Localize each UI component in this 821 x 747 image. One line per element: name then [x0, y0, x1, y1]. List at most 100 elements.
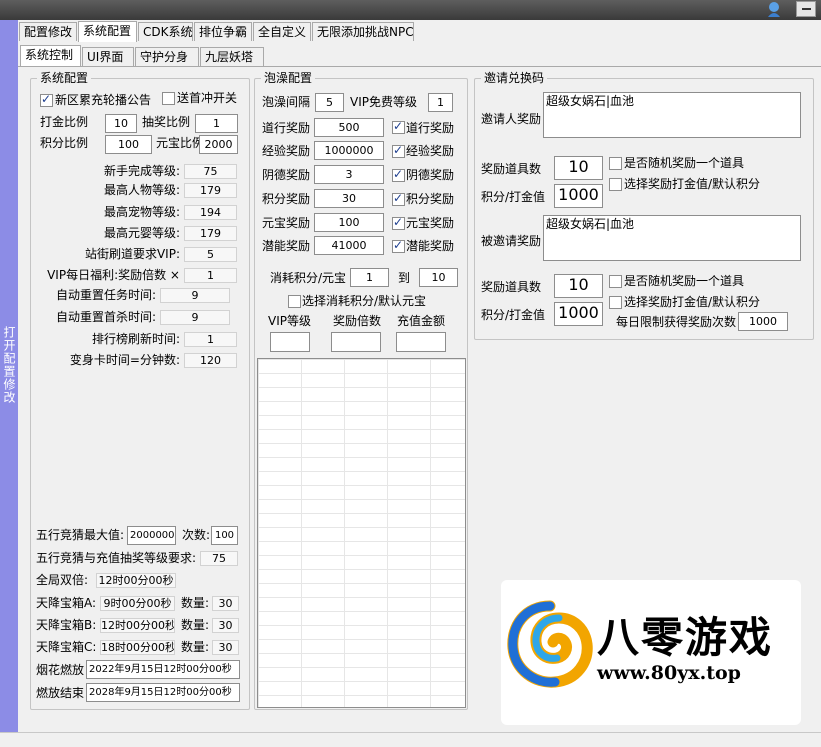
fireworks-label: 烟花燃放	[36, 663, 85, 677]
choose-consume-checkbox[interactable]	[288, 295, 301, 308]
reward-input[interactable]: 1000000	[314, 141, 384, 160]
row-value[interactable]: 5	[184, 247, 237, 262]
points-ratio-input[interactable]: 100	[105, 135, 152, 154]
reward-input[interactable]: 41000	[314, 236, 384, 255]
inviter-points-input[interactable]: 1000	[554, 184, 603, 208]
lottery-ratio-input[interactable]: 1	[195, 114, 238, 133]
col-vip-label: VIP等级	[268, 314, 311, 328]
chest-a-count[interactable]: 30	[212, 596, 239, 611]
chest-a-time[interactable]: 9时00分00秒	[100, 596, 175, 611]
row-label: 站街刷道要求VIP:	[84, 247, 180, 261]
reward-label: 经验奖励	[262, 144, 311, 158]
row-value[interactable]: 194	[184, 205, 237, 220]
broadcast-checkbox[interactable]	[40, 92, 53, 107]
reward-checkbox[interactable]	[392, 238, 405, 253]
chest-c-label: 天降宝箱C:	[36, 640, 97, 654]
times-input[interactable]: 100	[211, 526, 238, 545]
chest-b-time[interactable]: 12时00分00秒	[100, 618, 175, 633]
first-recharge-checkbox[interactable]	[162, 92, 175, 105]
vip-free-input[interactable]: 1	[428, 93, 453, 112]
wuxing-max-label: 五行竞猜最大值:	[36, 528, 125, 542]
times-label: 次数:	[182, 528, 211, 542]
reward-checkbox[interactable]	[392, 191, 405, 206]
consume-to-input[interactable]: 10	[419, 268, 458, 287]
inviter-item-count-input[interactable]: 10	[554, 156, 603, 180]
subtab-guardian[interactable]: 守护分身	[135, 47, 199, 66]
row-value[interactable]: 9	[160, 310, 230, 325]
to-label: 到	[398, 271, 411, 285]
invitee-item-count-input[interactable]: 10	[554, 274, 603, 298]
invitee-item-count-label: 奖励道具数	[481, 280, 542, 294]
row-value[interactable]: 1	[184, 332, 237, 347]
row-value[interactable]: 1	[184, 268, 237, 283]
col-multi-label: 奖励倍数	[333, 314, 382, 328]
reward-checkbox[interactable]	[392, 167, 405, 182]
invitee-points-input[interactable]: 1000	[554, 302, 603, 326]
reward-checkbox[interactable]	[392, 119, 405, 134]
tab-custom[interactable]: 全自定义	[253, 22, 311, 41]
daily-limit-label: 每日限制获得奖励次数	[616, 315, 737, 329]
invitee-choose-checkbox[interactable]	[609, 296, 622, 309]
row-value[interactable]: 75	[184, 164, 237, 179]
vip-table[interactable]	[257, 358, 466, 708]
inviter-random-checkbox[interactable]	[609, 157, 622, 170]
brand-name: 八零游戏	[597, 613, 774, 662]
wuxing-req-value[interactable]: 75	[200, 551, 238, 566]
sidebar-strip[interactable]: 打开配置修改	[0, 20, 18, 746]
brand-logo-icon	[507, 600, 593, 688]
subtab-system-control[interactable]: 系统控制	[20, 45, 81, 66]
lottery-ratio-label: 抽奖比例	[142, 115, 191, 129]
invitee-items-textarea[interactable]: 超级女娲石|血池	[543, 215, 801, 261]
first-recharge-label: 送首冲开关	[177, 91, 238, 105]
gold-ratio-input[interactable]: 10	[105, 114, 137, 133]
row-value[interactable]: 179	[184, 226, 237, 241]
user-avatar-icon[interactable]	[766, 1, 782, 18]
reward-check-label: 阴德奖励	[406, 168, 455, 182]
row-value[interactable]: 9	[160, 288, 230, 303]
reward-input[interactable]: 500	[314, 118, 384, 137]
vip-level-input[interactable]	[270, 332, 310, 352]
tab-ranking[interactable]: 排位争霸	[194, 22, 252, 41]
row-label: 自动重置任务时间:	[55, 288, 156, 302]
reward-check-label: 元宝奖励	[406, 216, 455, 230]
reward-input[interactable]: 30	[314, 189, 384, 208]
minimize-button[interactable]	[796, 1, 816, 17]
chest-c-count[interactable]: 30	[212, 640, 239, 655]
open-config-label[interactable]: 打开配置修改	[0, 326, 18, 404]
chest-c-time[interactable]: 18时00分00秒	[100, 640, 175, 655]
recharge-input[interactable]	[396, 332, 446, 352]
inviter-items-textarea[interactable]: 超级女娲石|血池	[543, 92, 801, 138]
invitee-random-checkbox[interactable]	[609, 275, 622, 288]
wuxing-max-input[interactable]: 20000000	[127, 526, 176, 545]
tab-cdk-system[interactable]: CDK系统	[138, 22, 193, 41]
brand-url: www.80yx.top	[597, 662, 741, 684]
row-value[interactable]: 120	[184, 353, 237, 368]
multiplier-input[interactable]	[331, 332, 381, 352]
interval-label: 泡澡间隔	[262, 95, 311, 109]
subtab-ui[interactable]: UI界面	[82, 47, 134, 66]
fireworks-time-input[interactable]: 2022年9月15日12时00分00秒	[86, 660, 240, 679]
tab-config-edit[interactable]: 配置修改	[19, 22, 77, 41]
broadcast-label: 新区累充轮播公告	[55, 93, 152, 107]
fireworks-end-input[interactable]: 2028年9月15日12时00分00秒	[86, 683, 240, 702]
fireworks-end-label: 燃放结束	[36, 686, 85, 700]
row-label: 最高人物等级:	[103, 183, 180, 197]
reward-check-label: 潜能奖励	[406, 239, 455, 253]
reward-checkbox[interactable]	[392, 143, 405, 158]
row-label: 最高宠物等级:	[103, 205, 180, 219]
double-time[interactable]: 12时00分00秒	[96, 573, 176, 588]
reward-checkbox[interactable]	[392, 215, 405, 230]
daily-limit-input[interactable]: 1000	[738, 312, 788, 331]
tab-system-config[interactable]: 系统配置	[78, 21, 137, 42]
yuanbao-ratio-input[interactable]: 2000	[199, 135, 238, 154]
reward-input[interactable]: 100	[314, 213, 384, 232]
inviter-choose-checkbox[interactable]	[609, 178, 622, 191]
interval-input[interactable]: 5	[315, 93, 344, 112]
reward-input[interactable]: 3	[314, 165, 384, 184]
double-label: 全局双倍:	[36, 573, 89, 587]
row-value[interactable]: 179	[184, 183, 237, 198]
subtab-nine-tower[interactable]: 九层妖塔	[200, 47, 264, 66]
chest-b-count[interactable]: 30	[212, 618, 239, 633]
tab-npc-challenge[interactable]: 无限添加挑战NPC	[312, 22, 414, 41]
consume-from-input[interactable]: 1	[350, 268, 389, 287]
